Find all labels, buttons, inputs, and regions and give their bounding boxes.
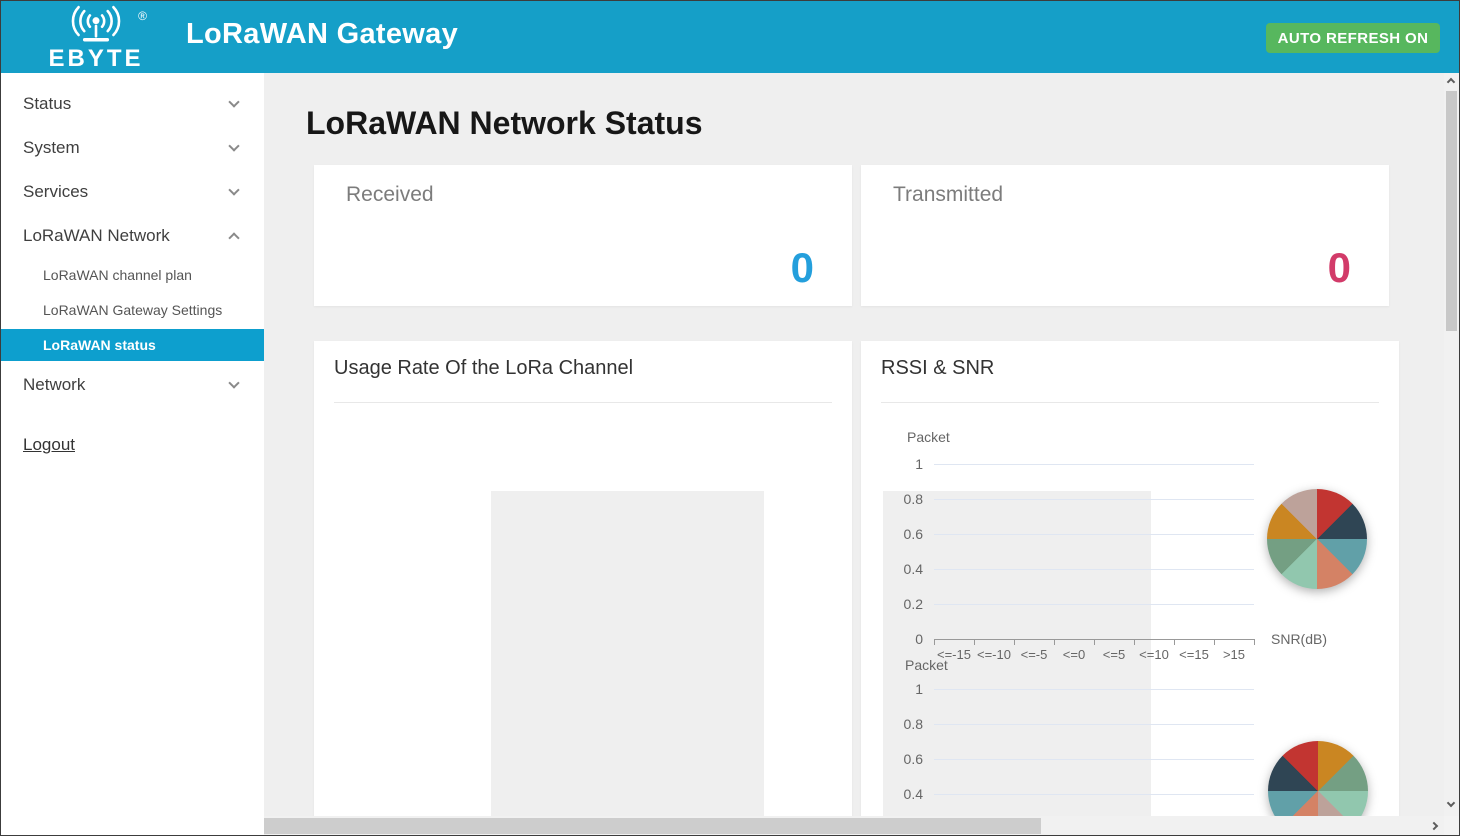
- y-tick-label: 0.2: [875, 596, 923, 612]
- y-axis-title: Packet: [905, 657, 948, 673]
- horizontal-scrollbar-thumb[interactable]: [264, 818, 1041, 834]
- gridline: [934, 499, 1254, 500]
- y-tick-label: 0.6: [875, 751, 923, 767]
- vertical-scrollbar-thumb[interactable]: [1446, 91, 1457, 331]
- received-card: Received 0: [314, 165, 852, 306]
- gridline: [934, 604, 1254, 605]
- y-tick-label: 0.4: [875, 786, 923, 802]
- received-value: 0: [791, 246, 814, 290]
- scroll-up-icon[interactable]: [1447, 78, 1455, 86]
- x-tick-label: >15: [1210, 647, 1258, 662]
- auto-refresh-button[interactable]: AUTO REFRESH ON: [1266, 23, 1440, 53]
- received-label: Received: [346, 183, 434, 207]
- registered-mark: ®: [138, 9, 147, 23]
- chevron-down-icon: [228, 96, 239, 107]
- y-tick-label: 0.4: [875, 561, 923, 577]
- sidebar-item-lorawan-network[interactable]: LoRaWAN Network: [1, 221, 264, 251]
- transmitted-label: Transmitted: [893, 183, 1003, 207]
- sidebar-subitem-label: LoRaWAN channel plan: [43, 267, 192, 283]
- sidebar: Status System Services LoRaWAN Network L…: [1, 73, 264, 836]
- scroll-right-icon[interactable]: [1430, 822, 1438, 830]
- sidebar-subitem-label: LoRaWAN Gateway Settings: [43, 302, 222, 318]
- sidebar-item-label: System: [23, 138, 80, 158]
- header: ® EBYTE LoRaWAN Gateway AUTO REFRESH ON: [1, 1, 1459, 73]
- sidebar-item-label: LoRaWAN Network: [23, 226, 170, 246]
- gridline: [934, 794, 1254, 795]
- y-tick-label: 0: [875, 631, 923, 647]
- gridline: [934, 689, 1254, 690]
- sidebar-item-lorawan-status[interactable]: LoRaWAN status: [1, 329, 264, 361]
- x-axis-title: SNR(dB): [1271, 631, 1327, 647]
- sidebar-subitem-label: LoRaWAN status: [43, 337, 156, 353]
- gridline: [934, 569, 1254, 570]
- y-axis-title: Packet: [907, 429, 950, 445]
- divider: [881, 402, 1379, 403]
- scrollbar-corner: [1444, 816, 1460, 836]
- sidebar-item-label: Status: [23, 94, 71, 114]
- sidebar-item-system[interactable]: System: [1, 133, 264, 163]
- snr-pie-chart[interactable]: [1267, 489, 1367, 589]
- sidebar-item-lorawan-channel-plan[interactable]: LoRaWAN channel plan: [1, 262, 264, 288]
- rssi-pie-chart[interactable]: [1268, 741, 1368, 817]
- y-tick-label: 1: [875, 681, 923, 697]
- y-tick-label: 0.8: [875, 491, 923, 507]
- chevron-down-icon: [228, 377, 239, 388]
- gridline: [934, 724, 1254, 725]
- logout-link[interactable]: Logout: [23, 435, 75, 455]
- gridline: [934, 759, 1254, 760]
- chevron-down-icon: [228, 184, 239, 195]
- divider: [334, 402, 832, 403]
- y-tick-label: 0.6: [875, 526, 923, 542]
- vertical-scrollbar[interactable]: [1444, 73, 1460, 816]
- x-axis: [934, 639, 1255, 645]
- brand-name: EBYTE: [31, 48, 161, 70]
- scroll-down-icon[interactable]: [1447, 799, 1455, 807]
- sidebar-item-label: Services: [23, 182, 88, 202]
- gridline: [934, 464, 1254, 465]
- app-title: LoRaWAN Gateway: [186, 18, 458, 51]
- transmitted-card: Transmitted 0: [861, 165, 1389, 306]
- sidebar-item-network[interactable]: Network: [1, 370, 264, 400]
- usage-rate-card: Usage Rate Of the LoRa Channel: [314, 341, 852, 817]
- chevron-up-icon: [228, 232, 239, 243]
- sidebar-item-status[interactable]: Status: [1, 89, 264, 119]
- y-tick-label: 1: [875, 456, 923, 472]
- gridline: [934, 534, 1254, 535]
- sidebar-item-lorawan-gateway-settings[interactable]: LoRaWAN Gateway Settings: [1, 297, 264, 323]
- chevron-down-icon: [228, 140, 239, 151]
- rssi-card-title: RSSI & SNR: [881, 357, 994, 380]
- y-tick-label: 0.8: [875, 716, 923, 732]
- sidebar-item-label: Network: [23, 375, 85, 395]
- page-title: LoRaWAN Network Status: [306, 105, 702, 142]
- ebyte-logo[interactable]: ® EBYTE: [31, 5, 161, 69]
- sidebar-item-services[interactable]: Services: [1, 177, 264, 207]
- transmitted-value: 0: [1328, 246, 1351, 290]
- rssi-snr-card: RSSI & SNR Packet 1 0.8 0.6 0.4 0.2 0 <=…: [861, 341, 1399, 817]
- antenna-icon: [50, 5, 142, 45]
- app-window: ® EBYTE LoRaWAN Gateway AUTO REFRESH ON …: [0, 0, 1460, 836]
- horizontal-scrollbar[interactable]: [264, 816, 1444, 836]
- usage-card-title: Usage Rate Of the LoRa Channel: [334, 357, 633, 380]
- chart-placeholder: [491, 491, 764, 817]
